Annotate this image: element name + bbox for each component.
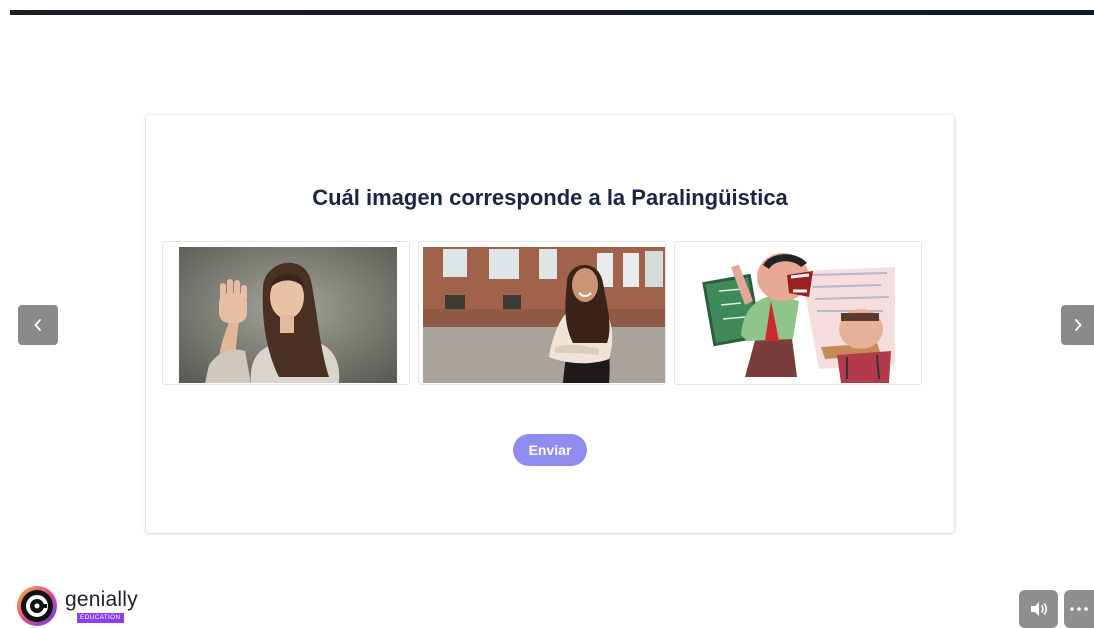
previous-page-button[interactable] [18, 305, 58, 345]
top-progress-bar [10, 10, 1094, 15]
image-options [162, 241, 938, 385]
send-button[interactable]: Enviar [513, 434, 587, 466]
woman-smiling-street-image [423, 247, 665, 383]
more-icon [1070, 607, 1088, 611]
genially-logo[interactable]: genially EDUCATION [16, 585, 146, 627]
question-title: Cuál imagen corresponde a la Paralingüis… [312, 185, 788, 210]
quiz-card: Cuál imagen corresponde a la Paralingüis… [146, 115, 954, 533]
chevron-left-icon [34, 319, 41, 331]
sound-button[interactable] [1019, 590, 1058, 628]
woman-hand-gesture-image [179, 247, 397, 383]
more-options-button[interactable] [1064, 590, 1094, 628]
next-page-button[interactable] [1061, 305, 1094, 345]
chevron-right-icon [1074, 319, 1081, 331]
volume-icon [1030, 602, 1047, 616]
brand-badge: EDUCATION [77, 613, 124, 623]
image-option-3[interactable] [674, 241, 922, 385]
image-option-2[interactable] [418, 241, 666, 385]
genially-logo-icon [17, 586, 57, 626]
brand-name: genially [65, 588, 138, 611]
image-option-1[interactable] [162, 241, 410, 385]
cartoon-teacher-shouting-image [701, 245, 895, 383]
